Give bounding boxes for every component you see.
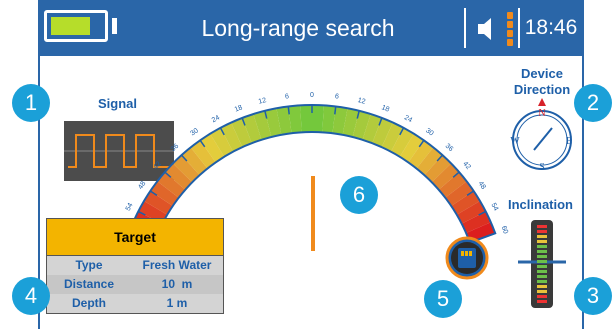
callout-2: 2 [574,84,612,122]
callout-1: 1 [12,84,50,122]
callout-3: 3 [574,277,612,315]
callout-6: 6 [340,176,378,214]
callout-4: 4 [12,277,50,315]
callout-5: 5 [424,280,462,318]
sd-card-button[interactable] [0,0,616,329]
